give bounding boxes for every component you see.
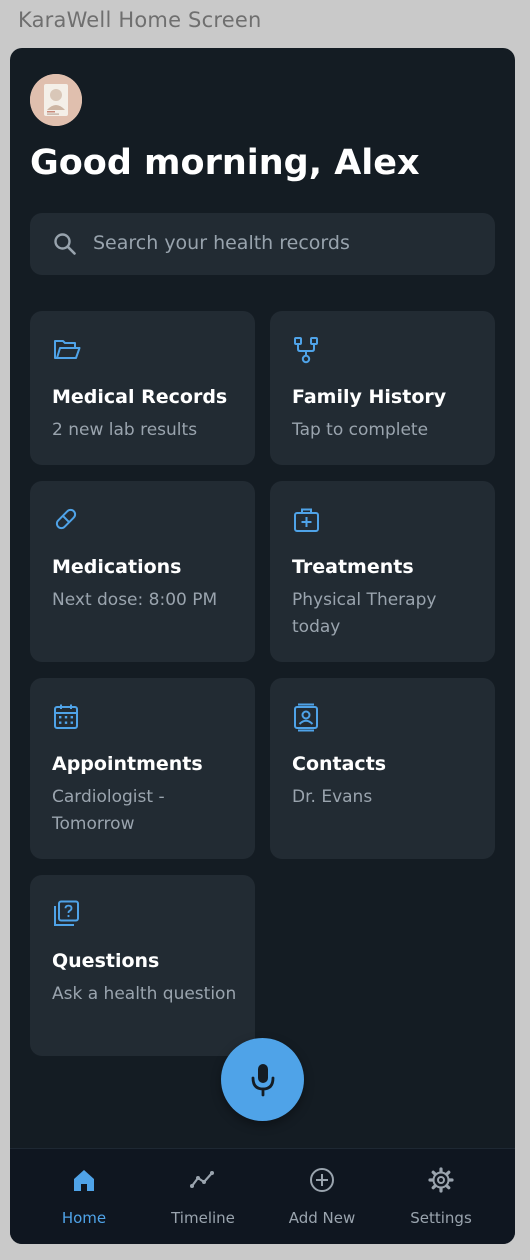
card-medical-records[interactable]: Medical Records 2 new lab results (30, 311, 255, 465)
card-contacts[interactable]: Contacts Dr. Evans (270, 678, 495, 859)
card-subtitle: Dr. Evans (292, 787, 373, 807)
card-subtitle: 2 new lab results (52, 420, 198, 440)
window-title: KaraWell Home Screen (18, 8, 262, 32)
nav-item-settings[interactable]: Settings (378, 1149, 504, 1244)
voice-input-button[interactable] (221, 1038, 304, 1121)
greeting-title: Good morning, Alex (30, 143, 420, 183)
home-icon (74, 1170, 94, 1191)
nav-item-timeline[interactable]: Timeline (140, 1149, 266, 1244)
search-bar[interactable]: Search your health records (30, 213, 495, 275)
nav-label: Home (61, 1209, 107, 1227)
microphone-icon (251, 1064, 275, 1097)
folder-open-icon (54, 340, 81, 359)
nav-label: Settings (410, 1209, 472, 1227)
search-icon (54, 233, 76, 255)
nav-item-add-new[interactable]: Add New (259, 1149, 385, 1244)
pill-icon (55, 508, 77, 530)
avatar[interactable] (30, 74, 82, 126)
family-tree-icon (294, 337, 318, 364)
card-title: Medications (52, 556, 182, 578)
card-family-history[interactable]: Family History Tap to complete (270, 311, 495, 465)
card-title: Family History (292, 386, 447, 408)
app-screen: Good morning, Alex Search your health re… (10, 48, 515, 1244)
nav-label: Timeline (171, 1209, 235, 1227)
medical-kit-icon (294, 508, 319, 532)
card-subtitle: Ask a health question (52, 984, 237, 1004)
calendar-icon (54, 704, 78, 729)
search-input[interactable]: Search your health records (93, 232, 350, 254)
question-icon (54, 900, 79, 926)
card-title: Medical Records (52, 386, 228, 408)
card-title: Appointments (52, 753, 203, 775)
nav-item-home[interactable]: Home (21, 1149, 147, 1244)
card-medications[interactable]: Medications Next dose: 8:00 PM (30, 481, 255, 662)
bottom-navigation: Home Timeline Add New Settings (10, 1148, 515, 1244)
avatar-image-icon (30, 74, 82, 126)
card-appointments[interactable]: Appointments Cardiologist - Tomorrow (30, 678, 255, 859)
card-title: Treatments (292, 556, 414, 578)
card-subtitle: Next dose: 8:00 PM (52, 590, 218, 610)
timeline-icon (190, 1171, 214, 1188)
card-treatments[interactable]: Treatments Physical Therapy today (270, 481, 495, 662)
nav-label: Add New (288, 1209, 356, 1227)
card-subtitle: Physical Therapy today (292, 590, 437, 637)
card-questions[interactable]: Questions Ask a health question (30, 875, 255, 1056)
add-circle-icon (310, 1168, 334, 1192)
contact-card-icon (294, 703, 318, 732)
card-subtitle: Tap to complete (292, 420, 429, 440)
gear-icon (428, 1167, 454, 1193)
card-title: Questions (52, 950, 160, 972)
card-subtitle: Cardiologist - Tomorrow (52, 787, 165, 834)
card-title: Contacts (292, 753, 387, 775)
